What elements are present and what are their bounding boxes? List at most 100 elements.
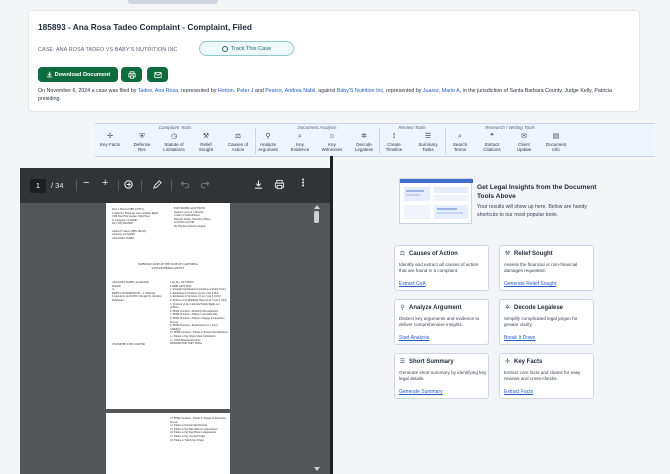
attorney-link[interactable]: Juarez, Mario A	[423, 88, 460, 94]
list-icon: ☰	[399, 359, 406, 365]
print-pdf-button[interactable]	[274, 179, 285, 192]
tool-label: Info	[552, 147, 560, 152]
pdf-line: SANTA BARBARA COUNTY	[151, 266, 185, 270]
pdf-line: DEMAND FOR JURY TRIAL	[170, 342, 203, 346]
tool-label: Sought	[198, 147, 214, 152]
sparkle-icon: ✲	[504, 305, 511, 311]
document-icon: ▤	[552, 133, 560, 140]
print-button[interactable]	[121, 67, 142, 82]
desc-text: , represented by	[383, 88, 423, 94]
tool-label: Legalese	[354, 147, 374, 152]
annotate-button[interactable]	[152, 179, 163, 192]
pdf-line: 18. Failure to Timely Pay Wages	[170, 438, 204, 442]
card-key-facts: ✢ Key Facts Extract core facts and claims…	[499, 353, 594, 399]
balance-icon: ⚖	[234, 133, 242, 140]
printer-icon	[274, 179, 285, 190]
pdf-scrollbar[interactable]	[313, 203, 321, 474]
zoom-in-button[interactable]: +	[102, 177, 108, 189]
break-it-down-link[interactable]: Break It Down	[504, 335, 535, 341]
pdf-parties: ANA ROSA TADEO, an individual Plaintiff,…	[112, 281, 164, 303]
scroll-up-arrow[interactable]	[314, 205, 320, 209]
tool-statute-of-limitations[interactable]: ◷ Statute of Limitations	[159, 133, 189, 157]
tool-summary-tasks[interactable]: ☰ Summary Tasks	[413, 133, 443, 157]
more-options-icon[interactable]: ⋮	[298, 178, 308, 189]
card-desc: Assess the financial or non-financial da…	[504, 262, 578, 273]
pin-icon: ✢	[504, 359, 511, 365]
generate-relief-link[interactable]: Generate Relief Sought	[504, 281, 556, 287]
card-desc: Dissect key arguments and evidence to de…	[399, 316, 480, 327]
track-case-button[interactable]: Track This Case	[199, 41, 294, 56]
tool-key-facts[interactable]: ✢ Key Facts	[95, 133, 125, 157]
start-analysis-link[interactable]: Start Analysis	[399, 335, 429, 341]
tool-label: Update	[516, 147, 532, 152]
case-title: 185893 - Ana Rosa Tadeo Complaint - Comp…	[38, 22, 252, 32]
insights-illustration	[399, 178, 473, 224]
card-desc: Simplify complicated legal jargon for gr…	[504, 316, 578, 327]
pdf-counsel-block: Peter J. Horton (SBN 227672) Counsel for…	[112, 208, 160, 240]
email-button[interactable]	[147, 67, 168, 82]
tool-label: Terms	[453, 147, 467, 152]
tool-key-evidence[interactable]: ⌕ Key Evidence	[285, 133, 315, 157]
scroll-down-arrow[interactable]	[314, 467, 320, 471]
tool-search-terms[interactable]: ⌕ Search Terms	[445, 133, 475, 157]
pane-divider[interactable]	[330, 156, 333, 474]
tool-label: Evidence	[290, 147, 310, 152]
pdf-claims-cont: 13. FEHA Violation - Failure to Engage i…	[170, 417, 228, 442]
tool-create-timeline[interactable]: ⟟ Create Timeline	[379, 133, 409, 157]
page-number-input[interactable]: 1	[30, 179, 46, 193]
gavel-icon: ⚒	[504, 251, 511, 257]
extract-coa-link[interactable]: Extract CoA	[399, 281, 426, 287]
extract-facts-link[interactable]: Extract Facts	[504, 389, 533, 395]
timeline-icon: ⟟	[392, 133, 396, 140]
attorney-link[interactable]: Horton, Peter J	[218, 88, 254, 94]
pdf-line: Defendants.	[112, 298, 125, 302]
pdf-line: By: Hayden Gutierrez, Deputy	[174, 224, 206, 228]
tool-label: Limitations	[163, 147, 185, 152]
tool-decode-legalese[interactable]: ✲ Decode Legalese	[349, 133, 379, 157]
tool-label: Argument	[258, 147, 278, 152]
pin-icon: ✢	[107, 133, 113, 140]
tool-document-info[interactable]: ▤ Document Info	[541, 133, 571, 157]
list-icon: ☰	[424, 133, 432, 140]
pdf-page-area: Peter J. Horton (SBN 227672) Counsel for…	[20, 203, 333, 474]
download-document-button[interactable]: Download Document	[38, 67, 118, 82]
tool-relief-sought[interactable]: ⚒ Relief Sought	[191, 133, 221, 157]
tool-defense-rec[interactable]: ⛨ Defense Rec	[127, 133, 157, 157]
pdf-line: 13. FEHA Violation - Failure to Engage i…	[170, 417, 226, 424]
tool-label: Tasks	[422, 147, 434, 152]
pdf-claims-block: Case No.: 24CV06335 COMPLAINT FOR: 1. Wr…	[170, 281, 228, 346]
case-subtitle: CASE: ANA ROSA TADEO VS BABY'S NUTRITION…	[38, 47, 178, 53]
pdf-unlimited: UNLIMITED CIVIL MATTER	[112, 343, 145, 346]
download-pdf-button[interactable]	[253, 179, 264, 192]
pdf-toolbar: 1 / 34 − + ⋮	[20, 168, 333, 203]
clock-icon	[221, 45, 228, 52]
page-total: / 34	[51, 181, 64, 190]
tool-causes-of-action[interactable]: ⚖ Causes of Action	[223, 133, 253, 157]
people-icon: ☺	[328, 133, 336, 140]
tool-extract-citations[interactable]: ❝ Extract Citations	[477, 133, 507, 157]
tool-client-update[interactable]: ✉ Client Update	[509, 133, 539, 157]
defendant-link[interactable]: Baby'S Nutrition Inc	[337, 88, 383, 94]
fit-page-button[interactable]	[123, 179, 134, 192]
legal-insights-panel: Get Legal Insights from the Document Too…	[384, 169, 605, 413]
pdf-line: ANA ROSA TADEO	[112, 236, 135, 240]
plaintiff-link[interactable]: Tadeo, Ana Rosa	[138, 88, 178, 94]
card-analyze-argument: ⚲ Analyze Argument Dissect key arguments …	[394, 299, 489, 345]
zoom-out-button[interactable]: −	[83, 177, 89, 189]
scroll-thumb[interactable]	[314, 211, 319, 223]
evidence-icon: ⌕	[298, 133, 302, 140]
attorney-link[interactable]: Pearce, Andrea Nabil	[265, 88, 315, 94]
insights-title: Get Legal Insights from the Document Too…	[477, 184, 597, 200]
pdf-viewer: 1 / 34 − + ⋮ Peter J. Horton (SBN 227672…	[20, 168, 333, 474]
group-title: Document Analysis	[297, 125, 337, 130]
citation-icon: ❝	[490, 133, 494, 140]
redo-icon	[200, 181, 210, 189]
tool-key-witnesses[interactable]: ☺ Key Witnesses	[317, 133, 347, 157]
undo-button[interactable]	[180, 179, 190, 191]
tool-analyze-argument[interactable]: ⚲ Analyze Argument	[253, 133, 283, 157]
pen-icon	[153, 180, 162, 189]
redo-button[interactable]	[200, 179, 210, 191]
case-card: 185893 - Ana Rosa Tadeo Complaint - Comp…	[28, 10, 640, 112]
magnifier-icon: ⚲	[265, 133, 271, 140]
generate-summary-link[interactable]: Generate Summary	[399, 389, 443, 395]
